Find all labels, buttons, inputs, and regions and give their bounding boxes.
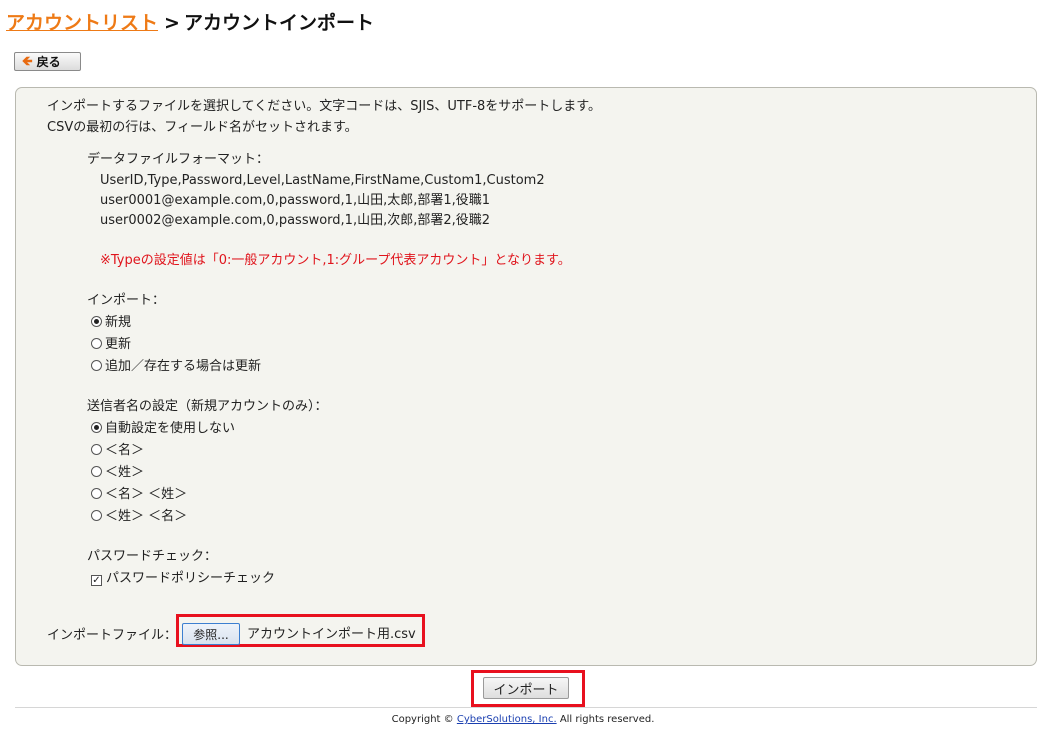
option-label: ＜姓＞ <box>105 465 145 480</box>
sender-option-last[interactable]: ＜姓＞ <box>91 465 144 481</box>
option-label: 更新 <box>105 337 132 352</box>
radio-last-first[interactable] <box>91 510 102 521</box>
browse-button[interactable]: 参照... <box>182 623 240 645</box>
sender-option-no-auto[interactable]: 自動設定を使用しない <box>91 421 235 437</box>
footer-divider <box>15 707 1037 708</box>
company-link[interactable]: CyberSolutions, Inc. <box>457 714 557 725</box>
format-header-row: UserID,Type,Password,Level,LastName,Firs… <box>100 173 545 188</box>
radio-no-auto[interactable] <box>91 422 102 433</box>
radio-add-or-update[interactable] <box>91 360 102 371</box>
breadcrumb-account-list-link[interactable]: アカウントリスト <box>6 12 158 34</box>
import-panel: インポートするファイルを選択してください。文字コードは、SJIS、UTF-8をサ… <box>15 87 1037 666</box>
import-mode-option-add-or-update[interactable]: 追加／存在する場合は更新 <box>91 359 261 375</box>
option-label: ＜姓＞ ＜名＞ <box>105 509 188 524</box>
format-label: データファイルフォーマット： <box>87 152 270 167</box>
sender-option-last-first[interactable]: ＜姓＞ ＜名＞ <box>91 509 187 525</box>
option-label: 自動設定を使用しない <box>105 421 236 436</box>
page-title: アカウントインポート <box>183 12 374 34</box>
radio-update[interactable] <box>91 338 102 349</box>
breadcrumb-separator: > <box>164 12 180 34</box>
import-mode-option-update[interactable]: 更新 <box>91 337 131 353</box>
breadcrumb: アカウントリスト > アカウントインポート <box>6 8 374 35</box>
option-label: ＜名＞ ＜姓＞ <box>105 487 188 502</box>
import-mode-label: インポート： <box>87 293 166 308</box>
radio-last[interactable] <box>91 466 102 477</box>
option-label: パスワードポリシーチェック <box>106 571 276 586</box>
format-example-row-1: user0001@example.com,0,password,1,山田,太郎,… <box>100 193 491 208</box>
back-button[interactable]: 🡸 戻る <box>14 52 81 71</box>
import-file-label: インポートファイル： <box>47 628 178 643</box>
option-label: 新規 <box>105 315 132 330</box>
sender-option-first[interactable]: ＜名＞ <box>91 443 144 459</box>
password-policy-checkbox[interactable]: ✓ <box>91 575 102 586</box>
sender-name-label: 送信者名の設定（新規アカウントのみ）： <box>87 399 328 414</box>
import-button[interactable]: インポート <box>483 677 569 699</box>
instruction-line-2: CSVの最初の行は、フィールド名がセットされます。 <box>47 120 358 135</box>
option-label: 追加／存在する場合は更新 <box>105 359 262 374</box>
radio-new[interactable] <box>91 316 102 327</box>
copyright-suffix: All rights reserved. <box>559 714 655 725</box>
instruction-line-1: インポートするファイルを選択してください。文字コードは、SJIS、UTF-8をサ… <box>47 99 601 114</box>
copyright-prefix: Copyright © <box>391 714 454 725</box>
radio-first-last[interactable] <box>91 488 102 499</box>
type-note: ※Typeの設定値は「0:一般アカウント,1:グループ代表アカウント」となります… <box>100 253 571 268</box>
radio-first[interactable] <box>91 444 102 455</box>
option-label: ＜名＞ <box>105 443 145 458</box>
format-example-row-2: user0002@example.com,0,password,1,山田,次郎,… <box>100 213 491 228</box>
password-check-label: パスワードチェック： <box>87 549 218 564</box>
back-button-label: 戻る <box>36 55 61 69</box>
footer: Copyright © CyberSolutions, Inc. All rig… <box>0 714 1046 725</box>
selected-file-name: アカウントインポート用.csv <box>247 627 416 642</box>
import-mode-option-new[interactable]: 新規 <box>91 315 131 331</box>
sender-option-first-last[interactable]: ＜名＞ ＜姓＞ <box>91 487 187 503</box>
password-policy-option[interactable]: ✓ パスワードポリシーチェック <box>91 571 275 587</box>
back-arrow-icon: 🡸 <box>22 54 33 69</box>
